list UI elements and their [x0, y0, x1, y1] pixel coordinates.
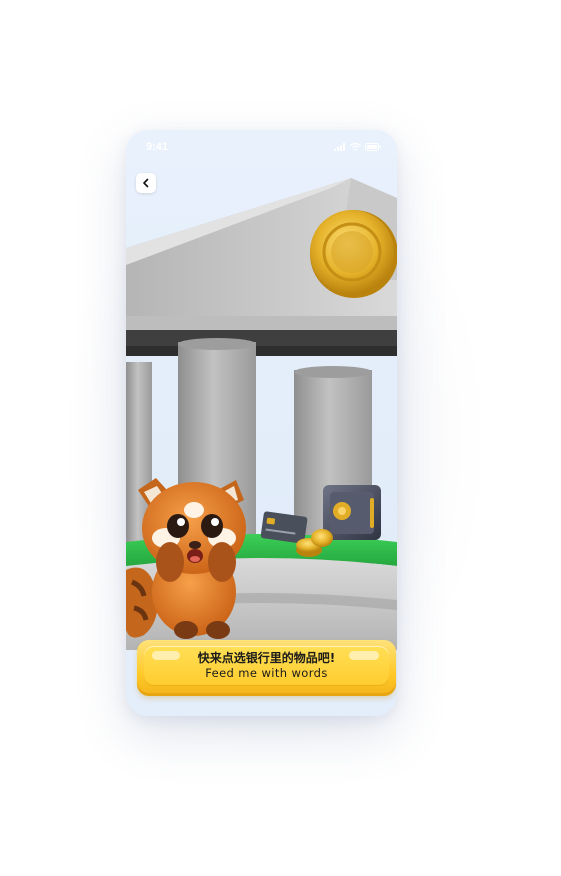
status-time: 9:41 — [146, 141, 169, 153]
chevron-left-icon — [143, 178, 149, 188]
cta-subtitle: Feed me with words — [205, 666, 328, 680]
wifi-icon — [350, 143, 361, 151]
back-button[interactable] — [136, 173, 156, 193]
feed-words-button[interactable]: 快来点选银行里的物品吧! Feed me with words — [137, 640, 396, 696]
button-highlight — [152, 651, 180, 660]
button-highlight — [349, 651, 379, 660]
phone-screen: 9:41 快来点选银行里的物品吧! Feed me with words — [126, 130, 397, 716]
cta-title: 快来点选银行里的物品吧! — [197, 651, 336, 665]
status-bar: 9:41 — [126, 130, 397, 164]
battery-icon — [365, 143, 381, 151]
feed-words-button-face: 快来点选银行里的物品吧! Feed me with words — [144, 646, 389, 686]
status-icons — [334, 143, 381, 151]
signal-icon — [334, 143, 345, 151]
canvas: 9:41 快来点选银行里的物品吧! Feed me with words — [0, 0, 561, 876]
bank-scene-illustration — [126, 130, 397, 716]
